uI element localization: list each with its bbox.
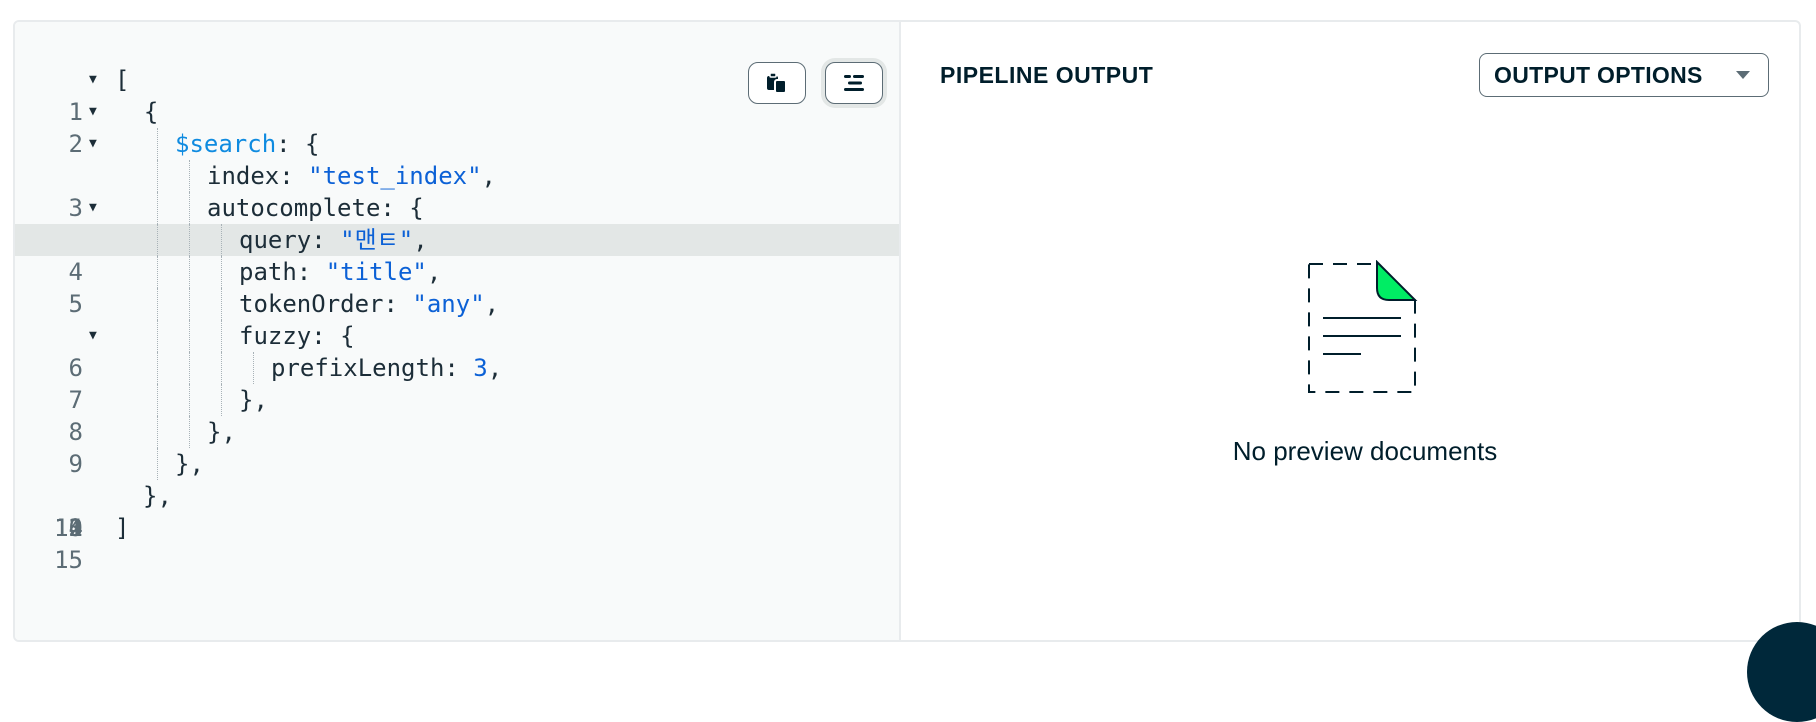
fold-toggle-icon[interactable]: ▼ xyxy=(89,96,97,128)
code-string: "any" xyxy=(412,290,485,318)
code-text: { xyxy=(115,98,159,126)
aggregation-pipeline-panel: 1 ▼ [ 2 ▼ { 3 ▼ $search: { 4 index: "tes… xyxy=(13,20,1801,642)
empty-state-message: No preview documents xyxy=(1232,436,1498,466)
indent-guide xyxy=(189,160,190,192)
output-options-dropdown[interactable]: OUTPUT OPTIONS xyxy=(1479,53,1769,97)
indent-guide xyxy=(221,320,222,352)
indent-guide xyxy=(221,352,222,384)
indent-guide xyxy=(189,352,190,384)
indent-guide xyxy=(157,256,158,288)
code-string: "맨ㅌ" xyxy=(340,226,414,254)
code-line: 12 }, xyxy=(15,416,899,542)
indent-guide xyxy=(221,224,222,256)
code-line: 9 ▼ fuzzy: { xyxy=(15,320,899,478)
pipeline-output-title: PIPELINE OUTPUT xyxy=(940,62,1154,88)
indent-guide xyxy=(157,224,158,256)
code-line: 8 tokenOrder: "any", xyxy=(15,288,899,446)
indent-guide xyxy=(157,352,158,384)
code-line: 14 }, xyxy=(15,480,899,542)
code-editor[interactable]: 1 ▼ [ 2 ▼ { 3 ▼ $search: { 4 index: "tes… xyxy=(15,22,901,640)
fold-toggle-icon[interactable]: ▼ xyxy=(89,192,97,224)
code-text: : { xyxy=(311,322,355,350)
indent-guide xyxy=(189,256,190,288)
code-string: "test_index" xyxy=(308,162,482,190)
code-line-active: 6 query: "맨ㅌ", xyxy=(15,224,899,382)
indent-guide xyxy=(221,256,222,288)
copy-icon xyxy=(767,72,787,94)
code-text: }, xyxy=(207,418,236,446)
code-text: }, xyxy=(175,450,204,478)
fold-toggle-icon[interactable]: ▼ xyxy=(89,320,97,352)
code-operator: $search xyxy=(175,130,277,158)
indent-guide xyxy=(157,448,158,480)
code-line: 15 ] xyxy=(15,512,899,574)
indent-guide xyxy=(157,288,158,320)
code-number: 3 xyxy=(473,354,488,382)
code-key: path xyxy=(239,258,297,286)
indent-guide xyxy=(157,128,158,160)
indent-guide xyxy=(189,192,190,224)
format-icon xyxy=(844,75,864,91)
code-line: 10 prefixLength: 3, xyxy=(15,352,899,542)
code-text: ] xyxy=(115,514,130,542)
copy-button[interactable] xyxy=(748,62,806,104)
indent-guide xyxy=(189,320,190,352)
code-string: "title" xyxy=(325,258,427,286)
indent-guide xyxy=(253,352,254,384)
code-punct: , xyxy=(481,162,496,190)
fold-toggle-icon[interactable]: ▼ xyxy=(89,64,97,96)
indent-guide xyxy=(189,384,190,416)
chevron-down-icon xyxy=(1736,71,1750,79)
code-lines: 1 ▼ [ 2 ▼ { 3 ▼ $search: { 4 index: "tes… xyxy=(15,64,899,574)
code-text: [ xyxy=(115,66,130,94)
code-text: }, xyxy=(143,482,172,510)
code-line: 3 ▼ $search: { xyxy=(15,128,899,222)
code-text: : { xyxy=(276,130,320,158)
indent-guide xyxy=(221,384,222,416)
indent-guide xyxy=(157,160,158,192)
code-line: 4 index: "test_index", xyxy=(15,160,899,286)
code-punct: , xyxy=(413,226,428,254)
line-number: 15 xyxy=(54,546,83,574)
code-line: 11 }, xyxy=(15,384,899,542)
code-line: 5 ▼ autocomplete: { xyxy=(15,192,899,318)
indent-guide xyxy=(157,416,158,448)
indent-guide xyxy=(189,416,190,448)
code-key: prefixLength xyxy=(271,354,445,382)
code-punct: , xyxy=(484,290,500,318)
empty-document-icon xyxy=(1308,260,1418,393)
code-line: 7 path: "title", xyxy=(15,256,899,414)
code-text: }, xyxy=(239,386,268,414)
indent-guide xyxy=(157,192,158,224)
format-button[interactable] xyxy=(825,62,883,104)
code-line: 13 }, xyxy=(15,448,899,542)
indent-guide xyxy=(189,288,190,320)
indent-guide xyxy=(157,320,158,352)
code-key: query xyxy=(239,226,312,254)
code-key: tokenOrder xyxy=(239,290,384,318)
code-key: autocomplete xyxy=(207,194,381,222)
code-key: index xyxy=(207,162,280,190)
indent-guide xyxy=(189,224,190,256)
code-key: fuzzy xyxy=(239,322,312,350)
code-punct: , xyxy=(487,354,503,382)
fold-toggle-icon[interactable]: ▼ xyxy=(89,128,97,160)
output-options-label: OUTPUT OPTIONS xyxy=(1494,61,1703,88)
indent-guide xyxy=(157,384,158,416)
code-text: : { xyxy=(380,194,424,222)
code-punct: , xyxy=(426,258,442,286)
indent-guide xyxy=(221,288,222,320)
